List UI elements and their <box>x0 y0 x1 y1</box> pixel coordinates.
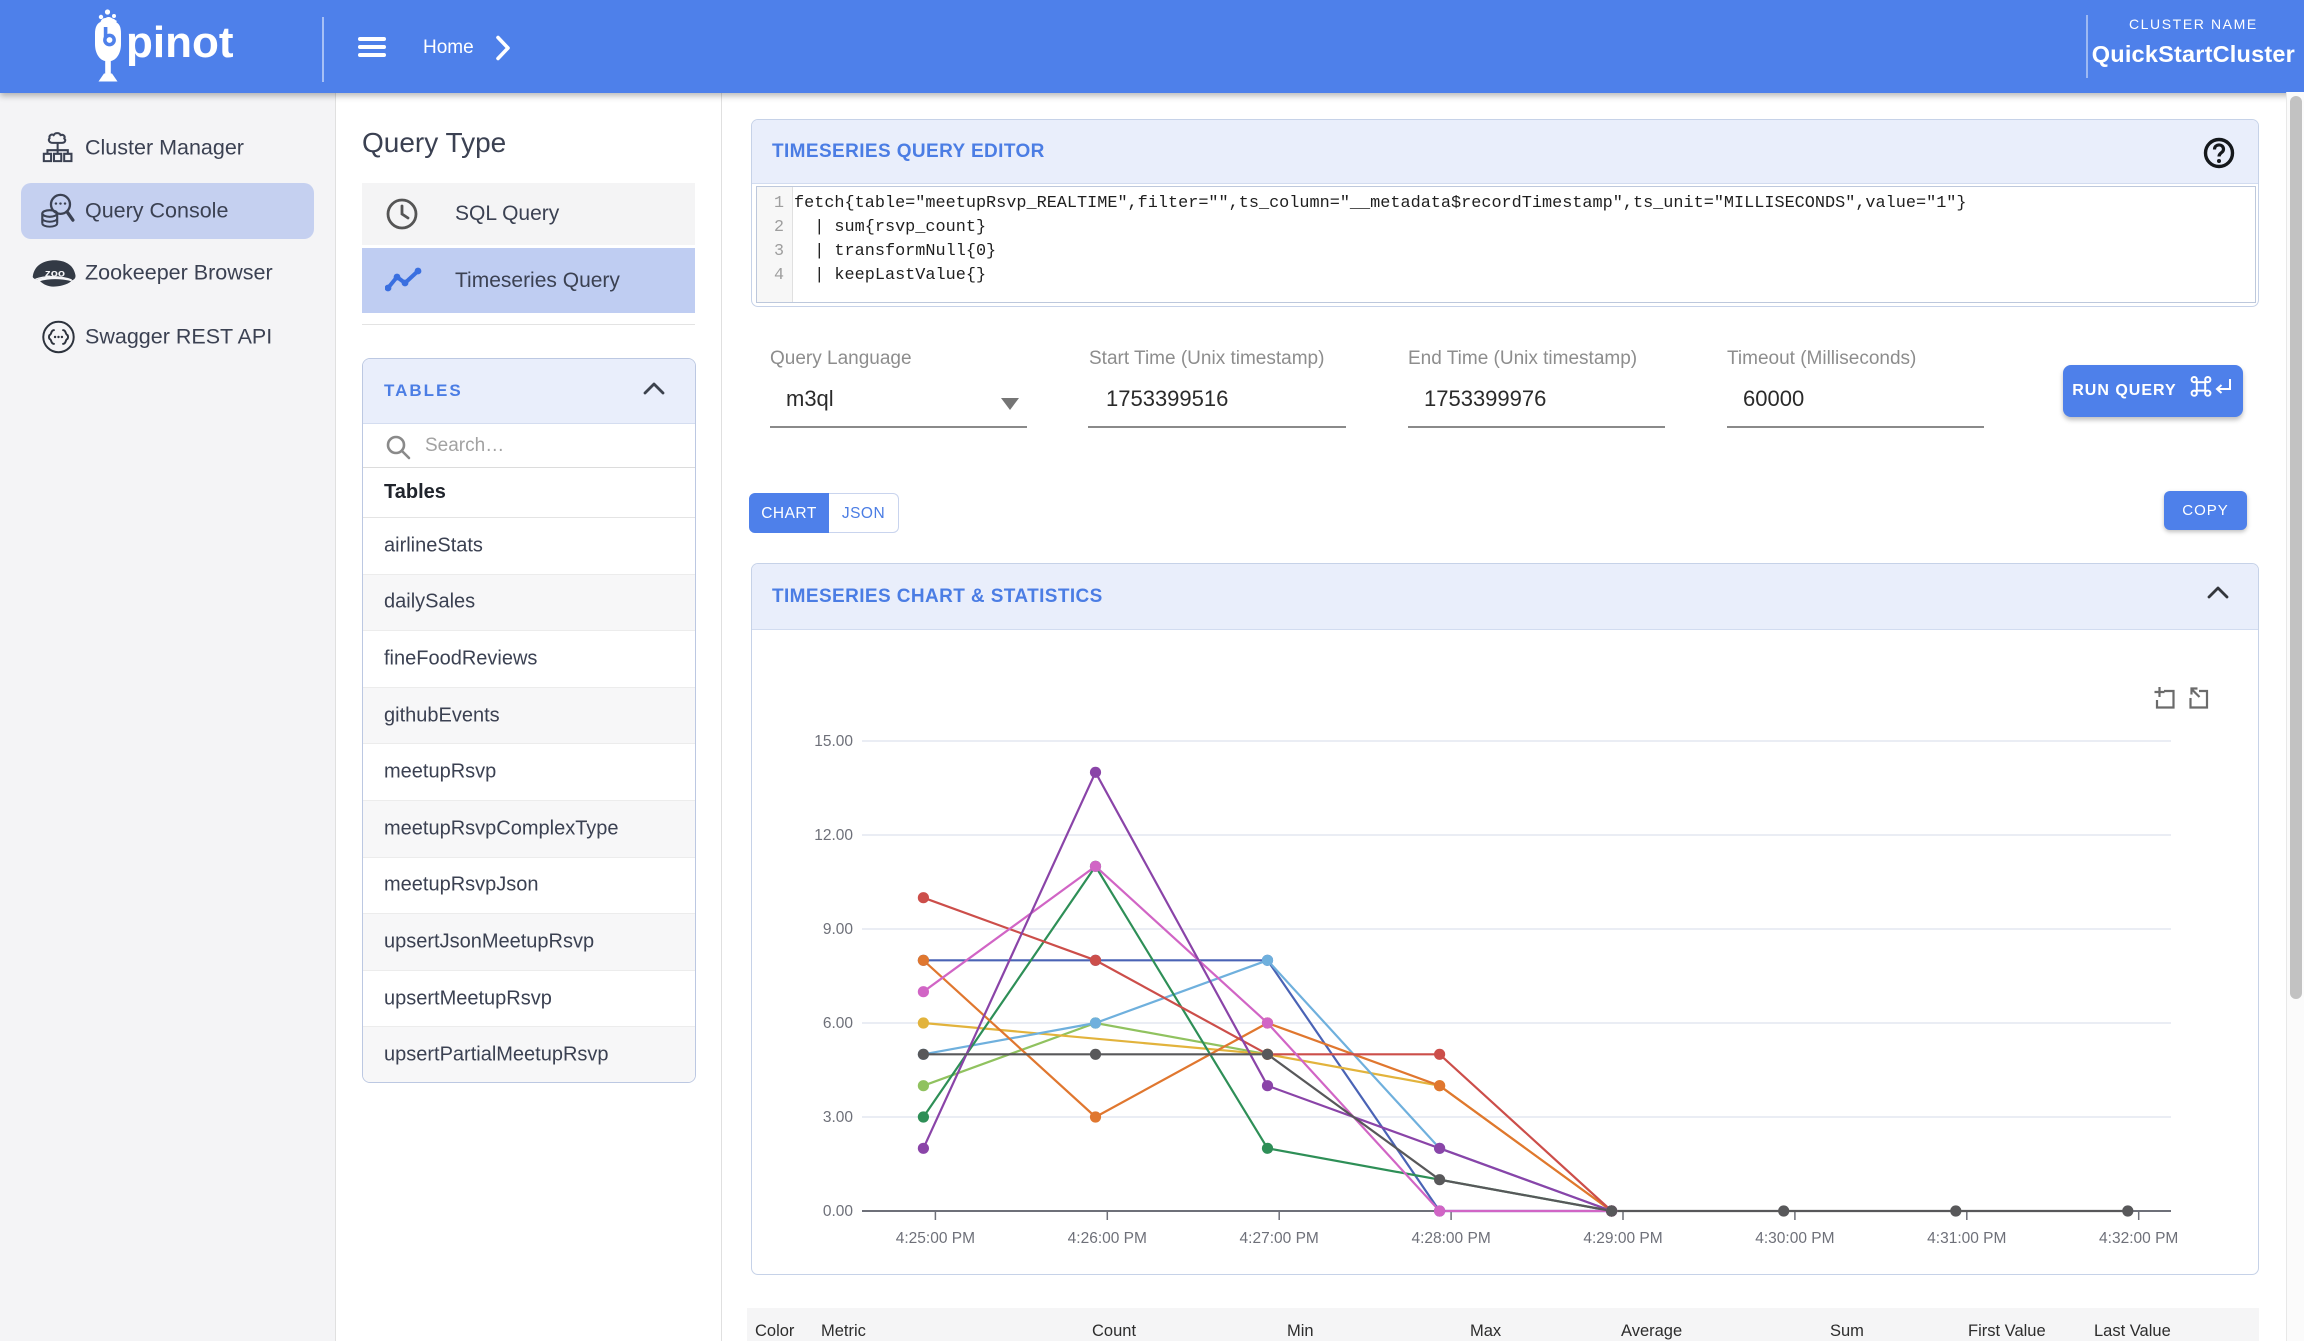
svg-text:12.00: 12.00 <box>814 827 853 844</box>
svg-text:0.00: 0.00 <box>823 1203 854 1220</box>
svg-text:4:27:00 PM: 4:27:00 PM <box>1240 1230 1319 1247</box>
svg-text:6.00: 6.00 <box>823 1015 854 1032</box>
svg-text:4:30:00 PM: 4:30:00 PM <box>1755 1230 1834 1247</box>
svg-text:3.00: 3.00 <box>823 1109 854 1126</box>
svg-text:9.00: 9.00 <box>823 921 854 938</box>
svg-text:4:32:00 PM: 4:32:00 PM <box>2099 1230 2178 1247</box>
svg-text:zoo: zoo <box>45 268 66 279</box>
svg-text:15.00: 15.00 <box>814 733 853 750</box>
svg-text:4:26:00 PM: 4:26:00 PM <box>1068 1230 1147 1247</box>
svg-text:4:29:00 PM: 4:29:00 PM <box>1583 1230 1662 1247</box>
svg-text:4:28:00 PM: 4:28:00 PM <box>1411 1230 1490 1247</box>
svg-text:4:31:00 PM: 4:31:00 PM <box>1927 1230 2006 1247</box>
svg-text:4:25:00 PM: 4:25:00 PM <box>896 1230 975 1247</box>
